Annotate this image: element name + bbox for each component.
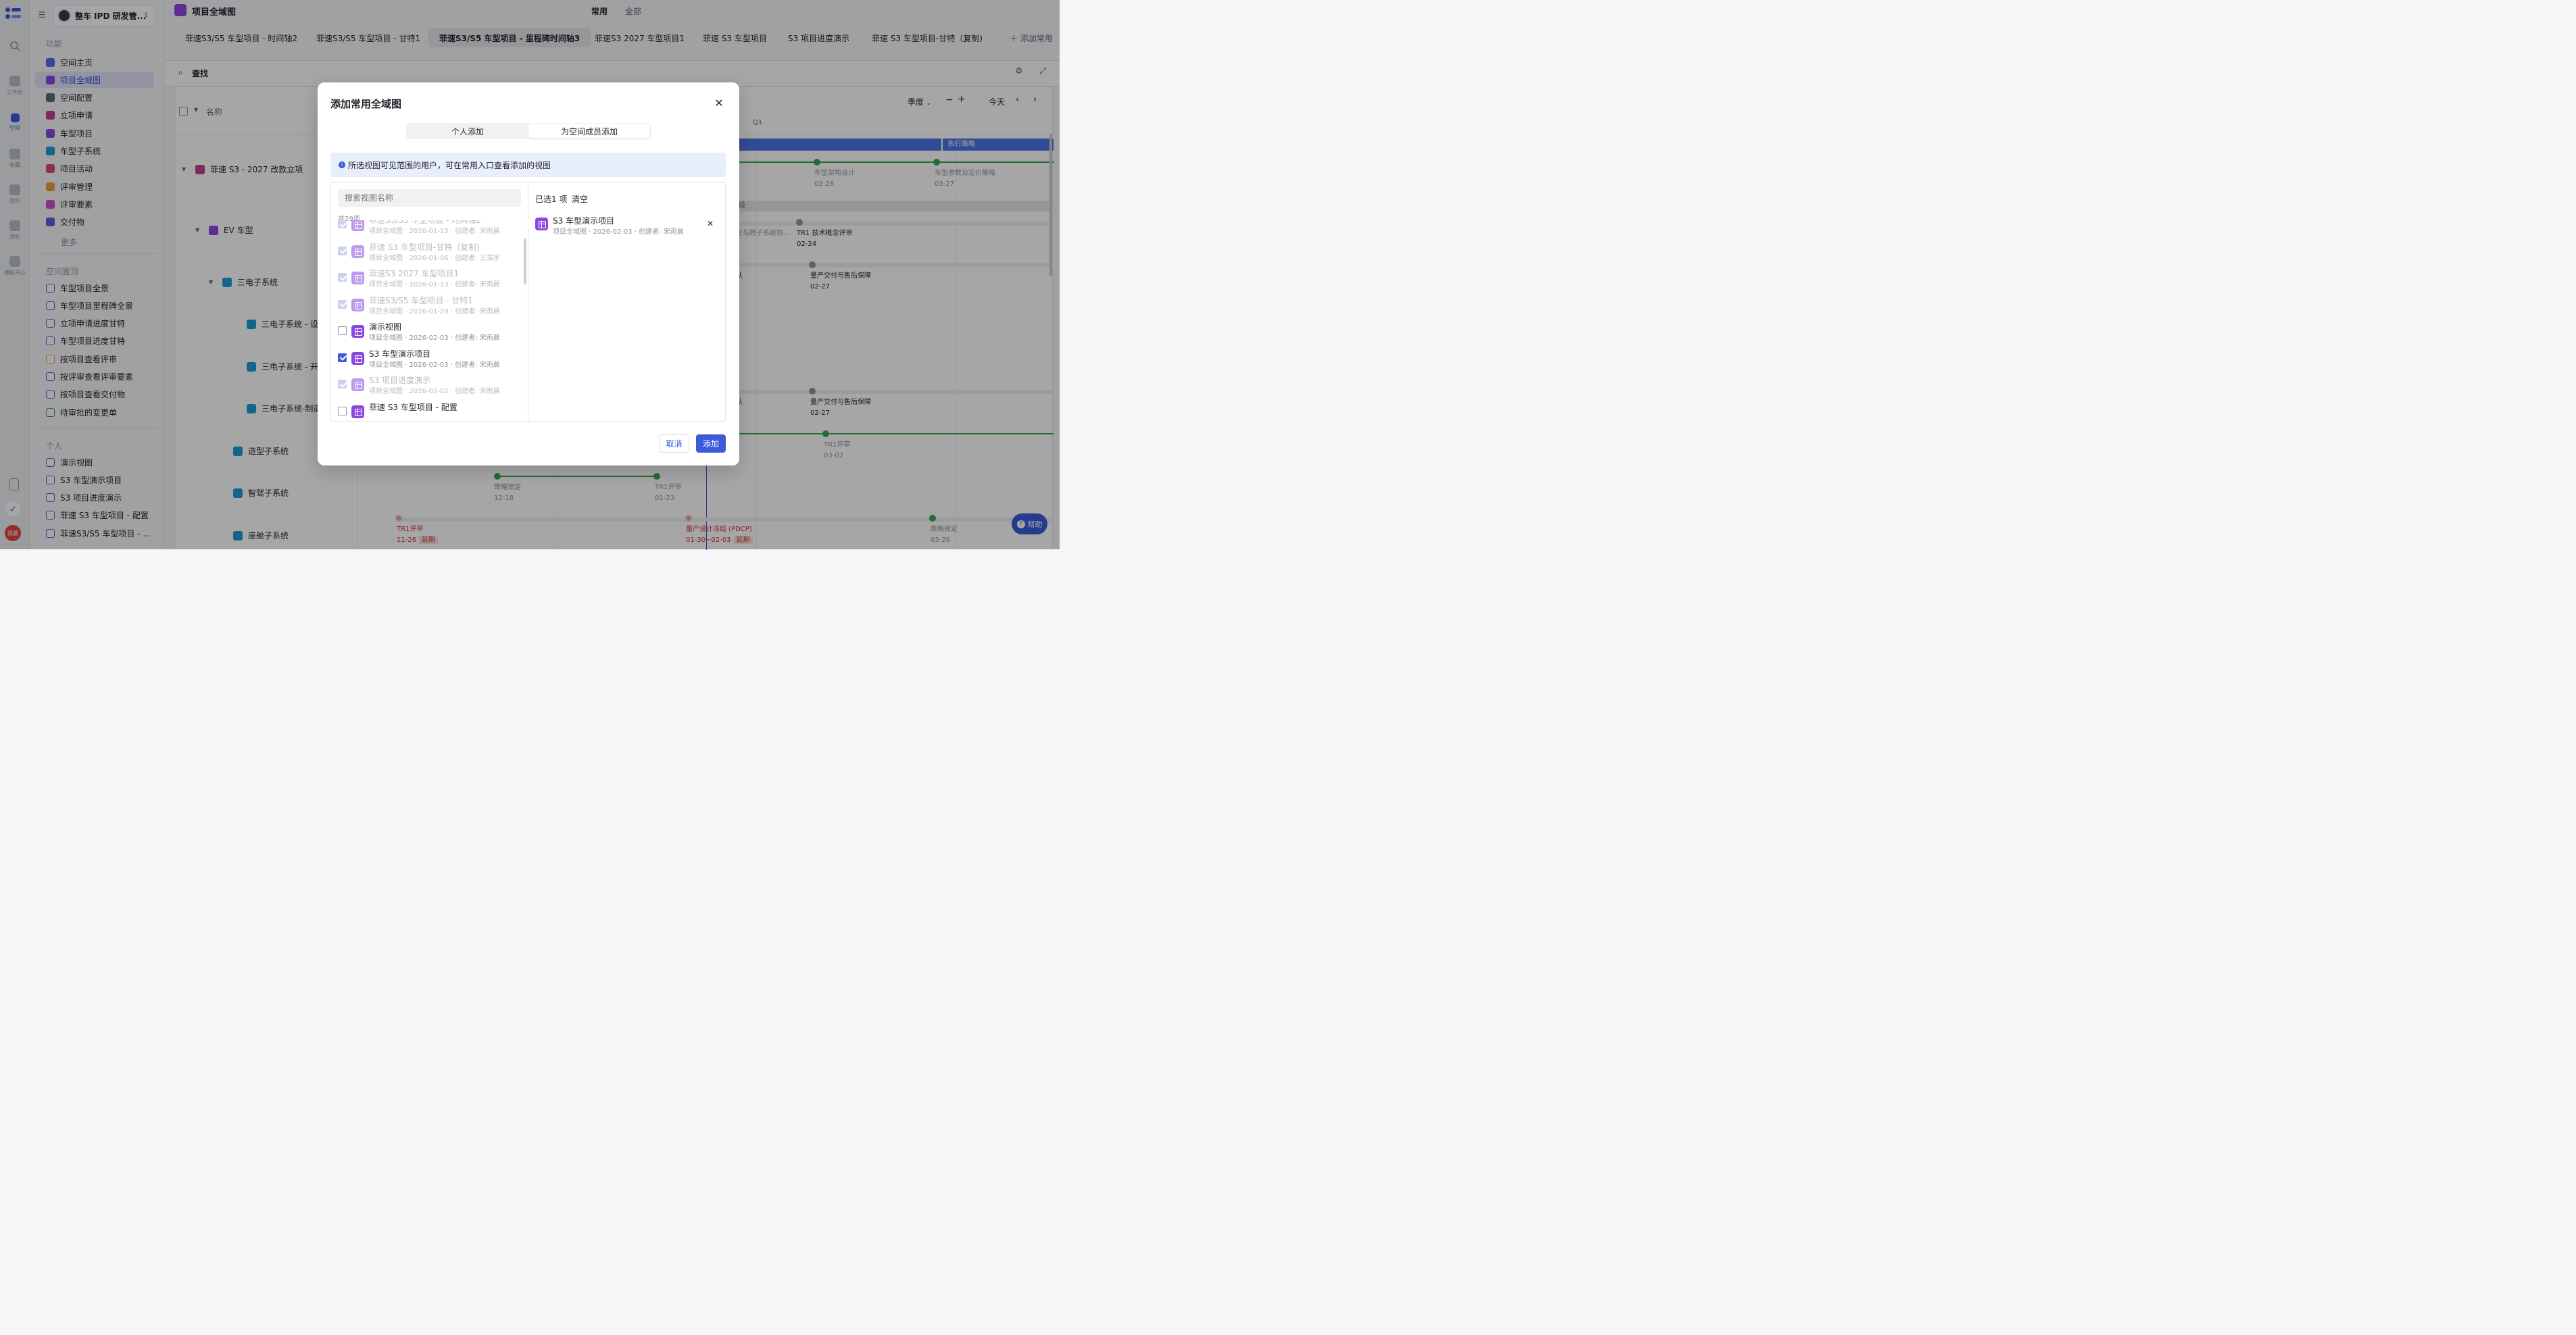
item-name: 菲速S3/S5 车型项目 - 甘特1 bbox=[369, 295, 473, 305]
global-view-icon bbox=[535, 218, 548, 230]
info-banner: i 所选视图可见范围的用户，可在常用入口查看添加的视图 bbox=[330, 153, 726, 177]
selected-item: S3 车型演示项目 项目全域图 · 2026-02-03 · 创建者: 宋雨晨 … bbox=[534, 213, 723, 236]
view-list: 菲速S3/S5 车型项目 - 时间轴2 项目全域图 · 2026-01-13 · … bbox=[331, 220, 527, 421]
item-checkbox bbox=[338, 380, 347, 388]
search-input[interactable] bbox=[338, 189, 521, 207]
tab-personal-add[interactable]: 个人添加 bbox=[407, 124, 528, 138]
item-meta: 项目全域图 · 2026-01-13 · 创建者: 宋雨晨 bbox=[369, 281, 500, 288]
global-view-icon bbox=[351, 245, 364, 258]
item-checkbox[interactable] bbox=[338, 353, 347, 362]
info-text: 所选视图可见范围的用户，可在常用入口查看添加的视图 bbox=[348, 160, 551, 170]
add-button[interactable]: 添加 bbox=[696, 434, 726, 453]
global-view-icon bbox=[351, 325, 364, 338]
item-checkbox bbox=[338, 246, 347, 255]
item-name: 菲速 S3 车型项目 - 配置 bbox=[369, 402, 457, 412]
item-checkbox bbox=[338, 299, 347, 309]
cancel-button[interactable]: 取消 bbox=[659, 434, 689, 453]
list-item[interactable]: 菲速S3/S5 车型项目 - 甘特1 项目全域图 · 2026-01-29 · 创… bbox=[331, 292, 527, 319]
item-name: S3 车型演示项目 bbox=[369, 349, 431, 359]
global-view-icon bbox=[351, 405, 364, 418]
item-meta: 项目全域图 · 2026-02-02 · 创建者: 宋雨晨 bbox=[369, 388, 500, 395]
global-view-icon bbox=[351, 298, 364, 311]
global-view-icon bbox=[351, 272, 364, 284]
add-mode-segmented: 个人添加 为空间成员添加 bbox=[406, 123, 651, 139]
tab-member-add[interactable]: 为空间成员添加 bbox=[528, 124, 650, 138]
dialog-title: 添加常用全域图 bbox=[330, 98, 402, 110]
item-meta: 项目全域图 · 2026-01-13 · 创建者: 宋雨晨 bbox=[369, 228, 500, 235]
list-item[interactable]: 演示视图项目全域图 · 2026-02-03 · 创建者: 宋雨晨 bbox=[331, 318, 527, 345]
item-meta: 项目全域图 · 2026-02-03 · 创建者: 宋雨晨 bbox=[369, 334, 500, 342]
item-name: 演示视图 bbox=[369, 322, 402, 332]
list-item[interactable]: 菲速S3 2027 车型项目1 项目全域图 · 2026-01-13 · 创建者:… bbox=[331, 265, 527, 292]
list-item[interactable]: 菲速 S3 车型项目 - 配置 bbox=[331, 399, 527, 422]
clear-button[interactable]: 清空 bbox=[572, 193, 588, 205]
item-checkbox[interactable] bbox=[338, 326, 347, 335]
close-icon[interactable]: ✕ bbox=[712, 96, 726, 109]
selected-count: 已选1 项 bbox=[535, 195, 568, 204]
list-scrollbar[interactable] bbox=[524, 238, 526, 284]
item-checkbox bbox=[338, 220, 347, 228]
item-name: 菲速 S3 车型项目-甘特（复制) bbox=[369, 242, 480, 252]
item-checkbox[interactable] bbox=[338, 406, 347, 415]
add-common-dialog: 添加常用全域图 ✕ 个人添加 为空间成员添加 i 所选视图可见范围的用户，可在常… bbox=[318, 82, 739, 465]
list-item[interactable]: S3 车型演示项目项目全域图 · 2026-02-03 · 创建者: 宋雨晨 bbox=[331, 345, 527, 372]
info-icon: i bbox=[339, 161, 345, 168]
global-view-icon bbox=[351, 351, 364, 365]
item-name: S3 项目进度演示 bbox=[369, 376, 431, 385]
list-item[interactable]: 菲速 S3 车型项目-甘特（复制) 项目全域图 · 2026-01-06 · 创建… bbox=[331, 238, 527, 266]
list-item[interactable]: S3 项目进度演示项目全域图 · 2026-02-02 · 创建者: 宋雨晨 bbox=[331, 372, 527, 399]
list-item[interactable]: 菲速S3/S5 车型项目 - 时间轴2 项目全域图 · 2026-01-13 · … bbox=[331, 220, 527, 238]
selected-item-meta: 项目全域图 · 2026-02-03 · 创建者: 宋雨晨 bbox=[553, 228, 684, 236]
item-meta: 项目全域图 · 2026-02-03 · 创建者: 宋雨晨 bbox=[369, 361, 500, 369]
global-view-icon bbox=[351, 220, 364, 231]
item-checkbox bbox=[338, 273, 347, 282]
item-name: 菲速S3 2027 车型项目1 bbox=[369, 269, 460, 278]
item-meta: 项目全域图 · 2026-01-29 · 创建者: 宋雨晨 bbox=[369, 307, 500, 316]
view-picker: 共29项 菲速S3/S5 车型项目 - 时间轴2项目全域图 · 2026-01-… bbox=[330, 182, 726, 422]
selected-item-name: S3 车型演示项目 bbox=[553, 216, 615, 226]
item-meta: 项目全域图 · 2026-01-06 · 创建者: 王浩宇 bbox=[369, 254, 500, 262]
global-view-icon bbox=[351, 378, 364, 391]
remove-selected-icon[interactable]: ✕ bbox=[705, 219, 715, 228]
